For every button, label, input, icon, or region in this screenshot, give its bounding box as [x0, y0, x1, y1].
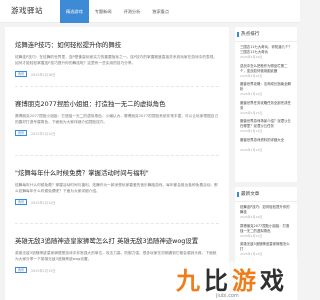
list-item-title[interactable]: 赛博朋克2077捏脸小姐姐：打造独一无二的虚拟角色 [240, 224, 292, 234]
divider [15, 155, 219, 156]
list-item[interactable]: 魔兽世界游戏场景介绍？泥潭沙丘在哪里？泥潭沙丘任务 2025年1月14日 [240, 119, 292, 134]
article-title[interactable]: "炫舞每年什么时候免费？掌握活动时间与福利" [15, 169, 219, 178]
list-item-date: 2025年1月13日 [240, 252, 263, 256]
list-item-title[interactable]: 炫舞连P技巧：如何轻松提升你的舞技 [240, 205, 292, 215]
article-summary: 炫舞每年什么时候免费？掌握活动时间与福利，炫舞作为一款深受玩家喜爱的音乐舞蹈游戏… [15, 183, 218, 193]
article-tag[interactable]: 资讯 [15, 71, 27, 77]
svg-text:jiubi.com: jiubi.com [215, 293, 239, 299]
nav-item-exclusive[interactable]: 独家看点 [146, 0, 175, 23]
article-tag[interactable]: 资讯 [15, 199, 27, 205]
article-summary: 英雄无敌3追随神迹皇家狮鹫是游戏中非常强大的单位，攻击力高，防御力强，很多玩家在… [15, 251, 217, 261]
list-item-date: 2025年1月15日 [240, 110, 263, 115]
svg-text:游: 游 [232, 267, 256, 295]
list-item-title[interactable]: 英雄无敌3追随神迹皇家狮鹫怎么打 [240, 242, 292, 252]
list-item[interactable]: 赛博朋克2077捏脸小姐姐：打造独一无二的虚拟角色 2025年1月15日 [240, 224, 292, 239]
list-item[interactable]: 炫舞连P技巧：如何轻松提升你的舞技 2025年1月16日 [240, 205, 292, 220]
article-meta: 资讯 2025年1月16日 [15, 71, 219, 77]
nav-item-featured-games[interactable]: 精选游戏 [60, 0, 89, 23]
hot-ranking-list: 三国志11七大奇兵，你知道几个？三国志11七大奇兵 2025年1月16日 逆战中… [235, 42, 297, 159]
svg-text:九: 九 [175, 267, 200, 295]
list-item[interactable]: 魔兽世界任务攻略任务全部完成任务 2025年1月15日 [240, 101, 292, 116]
article-summary: 炫舞连P技巧：在炫舞的世界里，连P是衡量玩家实力的重要指标之一。连P技巧的掌握程… [15, 55, 218, 65]
list-item-date: 2025年1月16日 [240, 55, 263, 59]
article-card[interactable]: "炫舞每年什么时候免费？掌握活动时间与福利" 炫舞每年什么时候免费？掌握活动时间… [5, 169, 229, 205]
list-item-date: 2025年1月14日 [240, 147, 263, 152]
article-date: 2025年1月14日 [31, 200, 56, 205]
article-meta: 资讯 2025年1月14日 [15, 199, 219, 205]
list-item-title[interactable]: 魔兽世界任务攻略任务全部完成任务 [240, 101, 292, 111]
top-bar: 游戏驿站 精选游戏 专题新闻 评测分析 独家看点 [0, 0, 300, 23]
article-meta: 资讯 2025年1月15日 [15, 130, 219, 136]
article-summary: 赛博朋克2077捏脸小姐姐：打造独一无二的虚拟角色，小编认为，赛博朋克2077的… [15, 114, 219, 124]
list-item[interactable]: 魔兽世界游戏资料的详细大全 2025年1月14日 [240, 138, 292, 153]
list-item-title[interactable]: 魔兽世界游戏资料的详细大全 [240, 138, 292, 148]
list-item[interactable]: 英雄无敌3追随神迹皇家狮鹫怎么打 2025年1月13日 [240, 242, 292, 257]
nav-item-special-news[interactable]: 专题新闻 [89, 0, 118, 23]
list-item-title[interactable]: 魔兽世界攻略：法师成长指南全解析 [240, 82, 292, 92]
list-item[interactable]: 魔兽世界攻略：法师成长指南全解析 2025年1月15日 [240, 82, 292, 97]
article-date: 2025年1月16日 [31, 72, 56, 77]
list-item-date: 2025年1月15日 [240, 233, 263, 238]
svg-text:比: 比 [204, 267, 228, 295]
list-item-date: 2025年1月14日 [240, 129, 263, 133]
list-item-title[interactable]: 魔兽世界游戏场景介绍？泥潭沙丘在哪里？泥潭沙丘任务 [240, 119, 292, 129]
divider [15, 223, 219, 224]
article-card[interactable]: 炫舞连P技巧：如何轻松提升你的舞技 炫舞连P技巧：在炫舞的世界里，连P是衡量玩家… [5, 41, 229, 77]
list-item[interactable]: 逆战中怎么把枪作为物品栏第二个，逆战如何使用副武器 2025年1月16日 [240, 64, 292, 79]
article-card[interactable]: 赛博朋克2077捏脸小姐姐：打造独一无二的虚拟角色 赛博朋克2077捏脸小姐姐：… [5, 100, 229, 136]
nav-item-reviews[interactable]: 评测分析 [118, 0, 147, 23]
article-date: 2025年1月13日 [31, 268, 56, 273]
svg-text:戏: 戏 [259, 267, 284, 295]
list-item[interactable]: 三国志11七大奇兵，你知道几个？三国志11七大奇兵 2025年1月16日 [240, 45, 292, 60]
latest-articles-title: 最新文章 [235, 187, 297, 202]
site-logo[interactable]: 游戏驿站 [11, 5, 43, 16]
list-item-date: 2025年1月16日 [240, 215, 263, 219]
divider [15, 86, 219, 87]
watermark-logo: 九 比 游 戏 jiubi.com [168, 262, 298, 300]
main-nav: 精选游戏 专题新闻 评测分析 独家看点 [60, 0, 175, 23]
article-tag[interactable]: 资讯 [15, 267, 27, 273]
article-tag[interactable]: 资讯 [15, 130, 27, 136]
article-list: 炫舞连P技巧：如何轻松提升你的舞技 炫舞连P技巧：在炫舞的世界里，连P是衡量玩家… [5, 27, 229, 300]
article-title[interactable]: 炫舞连P技巧：如何轻松提升你的舞技 [15, 41, 219, 50]
article-date: 2025年1月15日 [31, 131, 56, 136]
article-title[interactable]: 赛博朋克2077捏脸小姐姐：打造独一无二的虚拟角色 [15, 100, 219, 109]
list-item-title[interactable]: 逆战中怎么把枪作为物品栏第二个，逆战如何使用副武器 [240, 64, 292, 74]
list-item-title[interactable]: 三国志11七大奇兵，你知道几个？三国志11七大奇兵 [240, 45, 292, 55]
list-item-date: 2025年1月16日 [240, 73, 263, 78]
list-item-date: 2025年1月15日 [240, 92, 263, 96]
hot-ranking-title: 热点排行 [235, 27, 297, 42]
article-title[interactable]: 英雄无敌3追随神迹皇家狮鹫怎么打 英雄无敌3追随神迹wog设置 [15, 237, 219, 246]
hot-ranking-panel: 热点排行 三国志11七大奇兵，你知道几个？三国志11七大奇兵 2025年1月16… [235, 27, 297, 182]
latest-articles-list: 炫舞连P技巧：如何轻松提升你的舞技 2025年1月16日 赛博朋克2077捏脸小… [235, 202, 297, 264]
